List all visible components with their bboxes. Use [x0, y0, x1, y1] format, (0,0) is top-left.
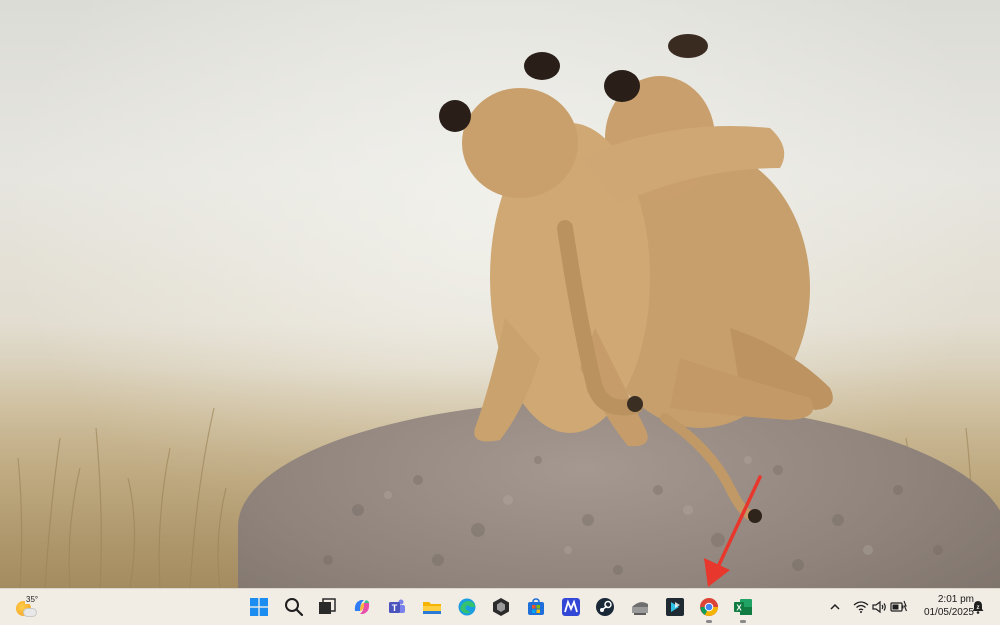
- chevron-up-icon[interactable]: [826, 598, 844, 616]
- clock-date: 01/05/2025: [923, 607, 974, 618]
- chrome-running-indicator: [706, 620, 712, 623]
- wifi-icon[interactable]: [852, 598, 870, 616]
- excel-icon[interactable]: X: [731, 595, 755, 623]
- copilot-icon[interactable]: [350, 595, 374, 619]
- weather-cloud-icon: [23, 608, 37, 617]
- teams-icon[interactable]: T: [385, 595, 409, 619]
- taskbar: 35° T X 2:01 pm 01/05/2025 z: [0, 588, 1000, 625]
- clock-time: 2:01 pm: [937, 594, 974, 605]
- lion-cubs-photo: [439, 34, 833, 523]
- svg-text:X: X: [736, 603, 742, 612]
- weather-widget[interactable]: 35°: [14, 595, 40, 619]
- chrome-icon[interactable]: [697, 595, 721, 623]
- edge-icon[interactable]: [455, 595, 479, 619]
- printer-app-icon[interactable]: [628, 595, 652, 619]
- svg-text:z: z: [977, 605, 980, 611]
- battery-icon[interactable]: [890, 598, 908, 616]
- windows-start-icon[interactable]: [247, 595, 271, 619]
- clock[interactable]: 2:01 pm 01/05/2025: [912, 593, 974, 619]
- kodi-like-app-icon[interactable]: [663, 595, 687, 619]
- red-annotation-arrow: [704, 475, 762, 587]
- store-icon[interactable]: [524, 595, 548, 619]
- file-explorer-icon[interactable]: [420, 595, 444, 619]
- hexagon-app-icon[interactable]: [489, 595, 513, 619]
- desktop-wallpaper: [0, 0, 1000, 588]
- svg-text:T: T: [392, 603, 398, 613]
- m-app-icon[interactable]: [559, 595, 583, 619]
- weather-temperature: 35°: [25, 595, 40, 604]
- steam-icon[interactable]: [593, 595, 617, 619]
- search-icon[interactable]: [282, 595, 306, 619]
- task-view-icon[interactable]: [315, 595, 339, 619]
- volume-icon[interactable]: [871, 598, 889, 616]
- excel-running-indicator: [740, 620, 746, 623]
- notification-bell-icon[interactable]: z: [970, 599, 986, 615]
